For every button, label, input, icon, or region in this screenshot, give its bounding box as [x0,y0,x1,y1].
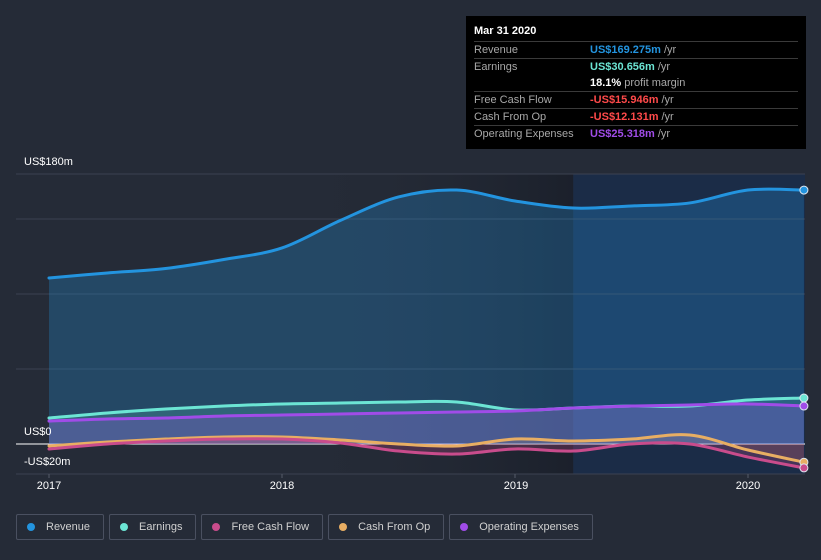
tooltip-value: 18.1% [590,77,622,89]
tooltip-label: Free Cash Flow [474,94,552,106]
y-tick-label-neg20: -US$20m [24,456,71,468]
tooltip-row-operating-expenses: Operating Expenses US$25.318m /yr [474,126,798,142]
legend-item-cash-from-op[interactable]: Cash From Op [328,514,445,540]
tooltip-panel: Mar 31 2020 Revenue US$169.275m /yr Earn… [466,16,806,149]
tooltip-row-free-cash-flow: Free Cash Flow -US$15.946m /yr [474,92,798,109]
legend-label: Earnings [139,521,183,533]
legend-dot-icon [460,523,469,531]
tooltip-unit: /yr [663,44,677,56]
endpoint-operating-expenses [799,401,809,411]
tooltip-unit: /yr [657,61,671,73]
tooltip-row-earnings: Earnings US$30.656m /yr [474,59,798,75]
legend-label: Revenue [46,521,91,533]
tooltip-unit: /yr [661,111,674,123]
chart-legend: Revenue Earnings Free Cash Flow Cash Fro… [16,514,593,540]
tooltip-row-cash-from-op: Cash From Op -US$12.131m /yr [474,109,798,126]
tooltip-value: -US$15.946m [590,94,659,106]
legend-dot-icon [27,523,35,531]
tooltip-row-profit-margin: 18.1% profit margin [474,75,798,92]
legend-label: Free Cash Flow [231,521,310,533]
legend-item-earnings[interactable]: Earnings [109,514,197,540]
endpoint-free-cash-flow [799,463,809,473]
legend-dot-icon [212,523,221,531]
tooltip-value: US$30.656m [590,61,655,73]
legend-dot-icon [339,523,348,531]
legend-label: Operating Expenses [479,521,579,533]
legend-dot-icon [120,523,129,531]
x-tick-label-2020: 2020 [735,480,761,492]
tooltip-label: Revenue [474,44,519,56]
tooltip-value: US$169.275m [590,44,661,56]
y-tick-label-180: US$180m [24,156,73,168]
tooltip-date: Mar 31 2020 [474,24,798,42]
tooltip-label: Cash From Op [474,111,547,123]
legend-item-free-cash-flow[interactable]: Free Cash Flow [201,514,324,540]
x-tick-label-2019: 2019 [503,480,529,492]
endpoint-revenue [799,185,809,195]
tooltip-label [474,75,590,91]
legend-label: Cash From Op [358,521,431,533]
tooltip-unit: profit margin [624,77,686,89]
legend-item-operating-expenses[interactable]: Operating Expenses [449,514,593,540]
x-tick-label-2017: 2017 [36,480,62,492]
tooltip-label: Earnings [474,61,518,73]
tooltip-value: -US$12.131m [590,111,659,123]
tooltip-value: US$25.318m [590,128,655,140]
tooltip-unit: /yr [661,94,674,106]
tooltip-row-revenue: Revenue US$169.275m /yr [474,42,798,59]
y-tick-label-0: US$0 [24,426,52,438]
x-tick-label-2018: 2018 [269,480,295,492]
legend-item-revenue[interactable]: Revenue [16,514,105,540]
tooltip-unit: /yr [657,128,671,140]
tooltip-label: Operating Expenses [474,128,574,140]
endpoint-earnings [799,393,809,403]
